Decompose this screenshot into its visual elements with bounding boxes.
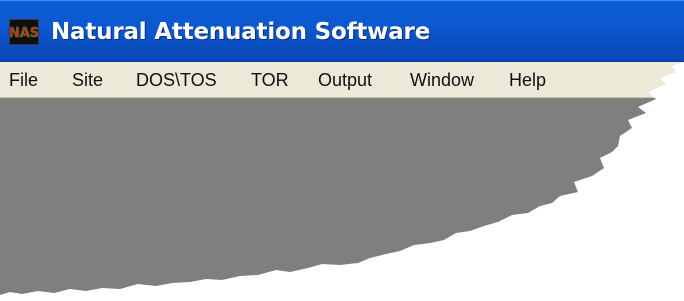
menu-file[interactable]: File bbox=[9, 62, 38, 98]
menu-tor[interactable]: TOR bbox=[251, 62, 289, 98]
app-logo-text: NAS bbox=[10, 26, 38, 41]
menu-bar: File Site DOS\TOS TOR Output Window Help bbox=[0, 62, 684, 98]
app-logo-icon[interactable]: NAS bbox=[9, 19, 39, 45]
window-frame: NAS Natural Attenuation Software File Si… bbox=[0, 0, 684, 295]
menu-output[interactable]: Output bbox=[318, 62, 372, 98]
title-bar[interactable]: NAS Natural Attenuation Software bbox=[0, 0, 684, 62]
mdi-client-area[interactable] bbox=[0, 98, 684, 295]
menu-window[interactable]: Window bbox=[410, 62, 474, 98]
window-title: Natural Attenuation Software bbox=[51, 19, 431, 45]
app-window: NAS Natural Attenuation Software File Si… bbox=[0, 0, 684, 301]
menu-dos-tos[interactable]: DOS\TOS bbox=[136, 62, 217, 98]
menu-site[interactable]: Site bbox=[72, 62, 103, 98]
menu-help[interactable]: Help bbox=[509, 62, 546, 98]
